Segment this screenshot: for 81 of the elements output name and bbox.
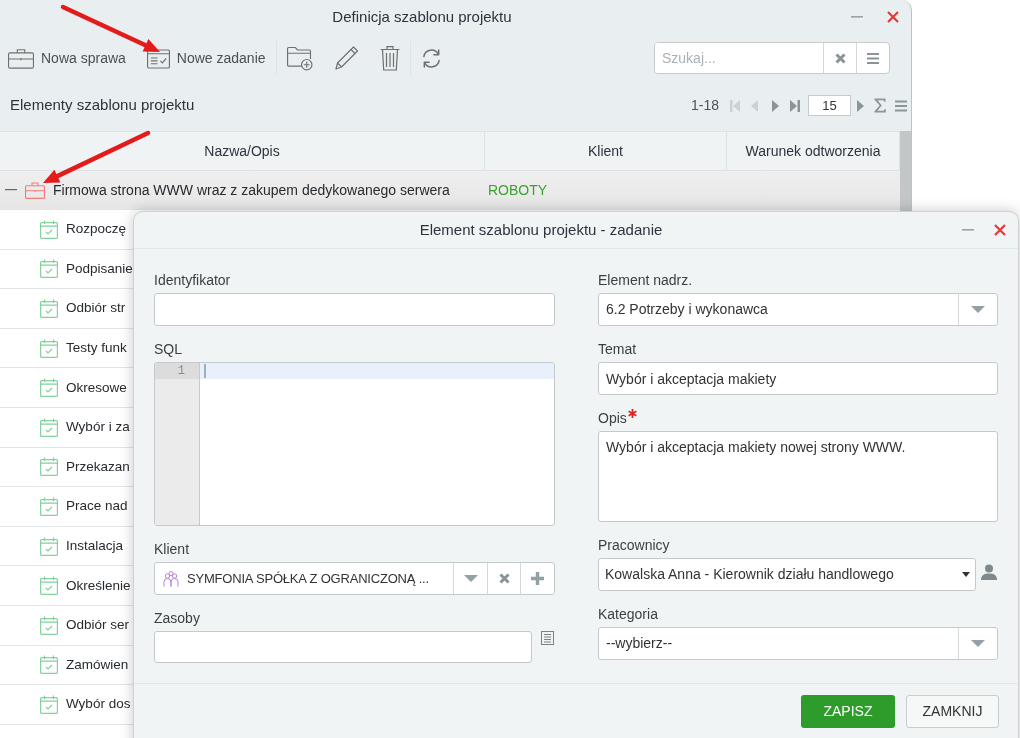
close-icon bbox=[994, 224, 1006, 236]
column-header[interactable]: Klient bbox=[485, 132, 727, 170]
calendar-check-icon bbox=[40, 338, 58, 358]
row-name: Testy funk bbox=[66, 338, 127, 357]
save-button[interactable]: ZAPISZ bbox=[801, 695, 895, 728]
briefcase-icon bbox=[8, 47, 34, 69]
calendar-check-icon bbox=[40, 219, 58, 239]
skip-start-icon bbox=[730, 99, 740, 112]
text-field[interactable]: Wybór i akceptacja makiety bbox=[598, 362, 998, 395]
list-icon[interactable] bbox=[541, 631, 554, 645]
menu-icon bbox=[867, 52, 879, 64]
field-label: Element nadrz. bbox=[598, 271, 693, 290]
row-name: Okresowe bbox=[66, 378, 127, 397]
calendar-check-icon bbox=[40, 299, 58, 318]
row-name: Prace nad bbox=[66, 497, 128, 516]
calendar-check-icon bbox=[40, 694, 58, 714]
menu-icon bbox=[895, 99, 907, 112]
calendar-check-icon bbox=[40, 259, 58, 279]
field-label: Pracownicy bbox=[598, 536, 670, 555]
minus-icon bbox=[5, 189, 17, 191]
checklist-icon bbox=[146, 47, 170, 69]
row-name: Wybór i za bbox=[66, 418, 130, 437]
person-icon[interactable] bbox=[981, 564, 997, 580]
page-range: 1-18 bbox=[690, 96, 719, 115]
close-icon bbox=[887, 11, 899, 23]
row-name: Zamówien bbox=[66, 655, 129, 674]
skip-end-icon bbox=[790, 99, 800, 112]
new-case-button[interactable]: Nowa sprawa bbox=[8, 42, 126, 74]
column-header[interactable]: Nazwa/Opis bbox=[0, 132, 485, 170]
new-task-button[interactable]: Nowe zadanie bbox=[146, 42, 266, 74]
section-title: Elementy szablonu projektu bbox=[10, 95, 195, 116]
minimize-icon bbox=[851, 16, 863, 18]
field-label: Zasoby bbox=[154, 609, 200, 628]
row-name: Określenie bbox=[66, 576, 131, 595]
row-name: Odbiór str bbox=[66, 299, 126, 318]
refresh-icon bbox=[420, 47, 442, 69]
page-size-field[interactable]: 15 bbox=[808, 95, 851, 116]
field-label: Identyfikator bbox=[154, 271, 231, 290]
calendar-check-icon bbox=[40, 417, 58, 437]
calendar-check-icon bbox=[40, 615, 58, 635]
text-field[interactable] bbox=[154, 293, 555, 326]
calendar-check-icon bbox=[40, 536, 58, 556]
row-name: Rozpoczę bbox=[66, 220, 127, 239]
client-name: ROBOTY bbox=[488, 180, 548, 200]
calendar-check-icon bbox=[40, 576, 58, 596]
row-name: Przekazan bbox=[66, 457, 130, 476]
row-name: Firmowa strona WWW wraz z zakupem dedykowanego serwera bbox=[53, 180, 450, 200]
text-cursor bbox=[204, 364, 206, 378]
field-label: SQL bbox=[154, 340, 182, 359]
calendar-check-icon bbox=[40, 496, 58, 516]
trash-icon bbox=[379, 45, 400, 71]
row-name: Odbiór ser bbox=[66, 616, 130, 635]
calendar-check-icon bbox=[40, 457, 58, 477]
caret-icon bbox=[962, 572, 970, 577]
table-row[interactable]: Firmowa strona WWW wraz z zakupem dedykowanego serwera ROBOTY bbox=[0, 171, 900, 210]
row-name: Instalacja bbox=[66, 536, 124, 555]
row-name: Wybór dos bbox=[66, 695, 131, 714]
line-number: 1 bbox=[155, 363, 199, 379]
field-label: Klient bbox=[154, 540, 190, 559]
field-label: Temat bbox=[598, 340, 637, 359]
calendar-check-icon bbox=[40, 655, 58, 675]
field-label: Kategoria bbox=[598, 605, 658, 624]
calendar-check-icon bbox=[40, 378, 58, 398]
triangle-right-icon bbox=[855, 99, 865, 112]
dropdown-field[interactable]: Kowalska Anna - Kierownik działu handlowego bbox=[598, 558, 976, 591]
clear-icon bbox=[834, 52, 846, 64]
text-field[interactable] bbox=[154, 631, 532, 663]
briefcase-icon bbox=[25, 181, 45, 199]
sigma-icon bbox=[874, 98, 886, 113]
window-title: Definicja szablonu projektu bbox=[331, 6, 513, 27]
row-name: Podpisanie bbox=[66, 259, 133, 278]
triangle-right-icon bbox=[770, 99, 780, 112]
text-area[interactable]: Wybór i akceptacja makiety nowej strony WWW. bbox=[598, 431, 998, 522]
pencil-icon bbox=[333, 45, 359, 71]
triangle-left-icon bbox=[750, 99, 760, 112]
folder-plus-icon bbox=[286, 45, 313, 71]
dialog-title: Element szablonu projektu - zadanie bbox=[418, 219, 664, 240]
minimize-icon bbox=[962, 229, 974, 231]
field-label: Opis bbox=[598, 409, 627, 428]
close-dialog-button[interactable]: ZAMKNIJ bbox=[906, 695, 999, 728]
search-box[interactable]: Szukaj... bbox=[654, 42, 890, 74]
